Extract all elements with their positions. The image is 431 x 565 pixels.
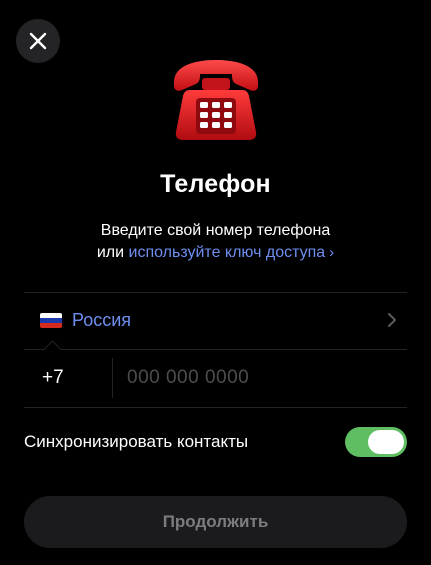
subtitle-prefix: или <box>96 244 125 261</box>
divider <box>24 407 407 408</box>
page-title: Телефон <box>160 170 271 198</box>
subtitle: Введите свой номер телефона или использу… <box>0 220 431 264</box>
close-icon <box>29 32 47 50</box>
vertical-divider <box>112 358 113 398</box>
russia-flag-icon <box>40 313 62 328</box>
phone-input[interactable] <box>125 357 407 399</box>
continue-button[interactable]: Продолжить <box>24 496 407 548</box>
chevron-right-icon <box>388 313 396 327</box>
toggle-knob <box>368 430 404 454</box>
chevron-right-icon: › <box>329 244 335 261</box>
dial-code[interactable]: +7 <box>24 367 112 389</box>
phone-row: +7 <box>24 349 407 407</box>
hero <box>0 56 431 144</box>
sync-contacts-label: Синхронизировать контакты <box>24 432 249 451</box>
subtitle-line-2: или используйте ключ доступа › <box>0 242 431 264</box>
telephone-icon <box>173 60 258 140</box>
passkey-link-label: используйте ключ доступа <box>128 244 326 261</box>
subtitle-line: Введите свой номер телефона <box>100 222 331 239</box>
country-selector[interactable]: Россия <box>24 292 407 349</box>
passkey-link[interactable]: используйте ключ доступа › <box>129 244 335 261</box>
sync-contacts-row: Синхронизировать контакты <box>24 426 407 458</box>
flag-stripe-red <box>40 323 62 328</box>
sync-contacts-toggle[interactable] <box>345 427 407 457</box>
country-name: Россия <box>72 310 132 330</box>
